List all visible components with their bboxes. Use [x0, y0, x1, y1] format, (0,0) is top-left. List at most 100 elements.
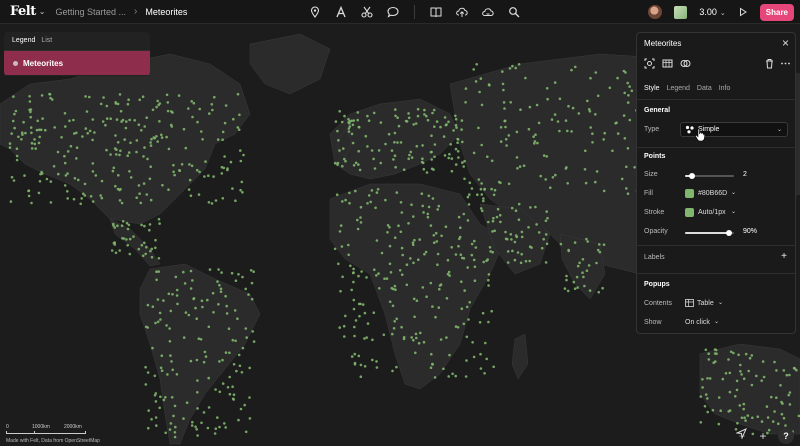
meteorite-point[interactable] — [38, 135, 41, 139]
meteorite-point[interactable] — [704, 393, 708, 396]
meteorite-point[interactable] — [34, 147, 37, 150]
meteorite-point[interactable] — [144, 383, 148, 386]
meteorite-point[interactable] — [22, 120, 25, 124]
meteorite-point[interactable] — [572, 280, 576, 284]
meteorite-point[interactable] — [765, 405, 769, 408]
meteorite-point[interactable] — [137, 184, 141, 187]
meteorite-point[interactable] — [335, 193, 339, 196]
meteorite-point[interactable] — [537, 121, 541, 125]
meteorite-point[interactable] — [237, 273, 240, 276]
meteorite-point[interactable] — [239, 149, 242, 152]
meteorite-point[interactable] — [571, 106, 575, 110]
meteorite-point[interactable] — [422, 167, 426, 171]
meteorite-point[interactable] — [223, 422, 226, 425]
meteorite-point[interactable] — [241, 275, 244, 279]
meteorite-point[interactable] — [519, 261, 523, 265]
meteorite-point[interactable] — [735, 379, 739, 383]
opacity-slider[interactable] — [685, 230, 734, 236]
meteorite-point[interactable] — [374, 206, 377, 210]
meteorite-point[interactable] — [434, 315, 437, 319]
meteorite-point[interactable] — [544, 233, 548, 236]
meteorite-point[interactable] — [442, 367, 445, 371]
meteorite-point[interactable] — [724, 372, 728, 375]
meteorite-point[interactable] — [481, 311, 485, 315]
meteorite-point[interactable] — [466, 219, 470, 222]
zoom-in-button[interactable]: + — [757, 429, 769, 443]
meteorite-point[interactable] — [416, 114, 420, 118]
meteorite-point[interactable] — [352, 267, 355, 271]
meteorite-point[interactable] — [449, 143, 453, 146]
meteorite-point[interactable] — [727, 358, 730, 361]
meteorite-point[interactable] — [69, 144, 73, 148]
play-icon[interactable] — [738, 7, 748, 17]
meteorite-point[interactable] — [350, 355, 354, 358]
meteorite-point[interactable] — [228, 392, 232, 396]
meteorite-point[interactable] — [454, 253, 458, 256]
meteorite-point[interactable] — [415, 144, 419, 148]
meteorite-point[interactable] — [348, 191, 351, 195]
meteorite-point[interactable] — [584, 149, 587, 153]
meteorite-point[interactable] — [488, 246, 492, 249]
meteorite-point[interactable] — [79, 202, 82, 206]
meteorite-point[interactable] — [528, 105, 532, 109]
meteorite-point[interactable] — [402, 168, 406, 171]
meteorite-point[interactable] — [112, 222, 115, 226]
meteorite-point[interactable] — [465, 305, 469, 309]
meteorite-point[interactable] — [404, 119, 408, 123]
meteorite-point[interactable] — [336, 129, 339, 133]
meteorite-point[interactable] — [411, 241, 415, 244]
meteorite-point[interactable] — [450, 246, 454, 249]
meteorite-point[interactable] — [545, 87, 549, 90]
meteorite-point[interactable] — [533, 140, 537, 143]
meteorite-point[interactable] — [582, 275, 585, 279]
meteorite-point[interactable] — [118, 249, 121, 252]
meteorite-point[interactable] — [742, 402, 746, 406]
meteorite-point[interactable] — [173, 404, 177, 408]
meteorite-point[interactable] — [735, 388, 739, 392]
meteorite-point[interactable] — [157, 257, 161, 260]
meteorite-point[interactable] — [133, 119, 136, 122]
meteorite-point[interactable] — [244, 430, 248, 434]
meteorite-point[interactable] — [487, 284, 490, 287]
meteorite-point[interactable] — [146, 157, 149, 161]
meteorite-point[interactable] — [41, 117, 44, 120]
meteorite-point[interactable] — [128, 252, 132, 256]
meteorite-point[interactable] — [517, 202, 521, 206]
meteorite-point[interactable] — [196, 391, 199, 394]
meteorite-point[interactable] — [425, 295, 428, 299]
meteorite-point[interactable] — [29, 126, 33, 129]
meteorite-point[interactable] — [728, 409, 732, 412]
meteorite-point[interactable] — [167, 147, 171, 151]
meteorite-point[interactable] — [370, 189, 374, 192]
meteorite-point[interactable] — [588, 289, 592, 292]
meteorite-point[interactable] — [218, 283, 221, 287]
meteorite-point[interactable] — [121, 220, 125, 223]
meteorite-point[interactable] — [474, 80, 478, 83]
meteorite-point[interactable] — [174, 425, 177, 429]
meteorite-point[interactable] — [49, 201, 53, 204]
meteorite-point[interactable] — [12, 179, 16, 182]
meteorite-point[interactable] — [23, 174, 26, 177]
meteorite-point[interactable] — [141, 95, 145, 98]
meteorite-point[interactable] — [536, 141, 539, 145]
meteorite-point[interactable] — [616, 132, 620, 135]
meteorite-point[interactable] — [180, 163, 184, 166]
meteorite-point[interactable] — [477, 178, 481, 181]
meteorite-point[interactable] — [112, 166, 116, 170]
meteorite-point[interactable] — [375, 191, 379, 194]
meteorite-point[interactable] — [156, 140, 159, 143]
meteorite-point[interactable] — [153, 394, 157, 397]
chevron-down-icon[interactable]: ⌄ — [39, 7, 46, 16]
tab-legend[interactable]: Legend — [667, 85, 690, 92]
meteorite-point[interactable] — [454, 325, 458, 328]
meteorite-point[interactable] — [200, 299, 204, 303]
meteorite-point[interactable] — [158, 120, 161, 123]
meteorite-point[interactable] — [343, 157, 346, 161]
legend-layer-row[interactable]: Meteorites — [4, 51, 150, 75]
meteorite-point[interactable] — [91, 200, 95, 203]
meteorite-point[interactable] — [540, 246, 544, 250]
meteorite-point[interactable] — [602, 138, 605, 141]
meteorite-point[interactable] — [751, 416, 754, 420]
meteorite-point[interactable] — [487, 220, 490, 224]
meteorite-point[interactable] — [126, 227, 130, 231]
